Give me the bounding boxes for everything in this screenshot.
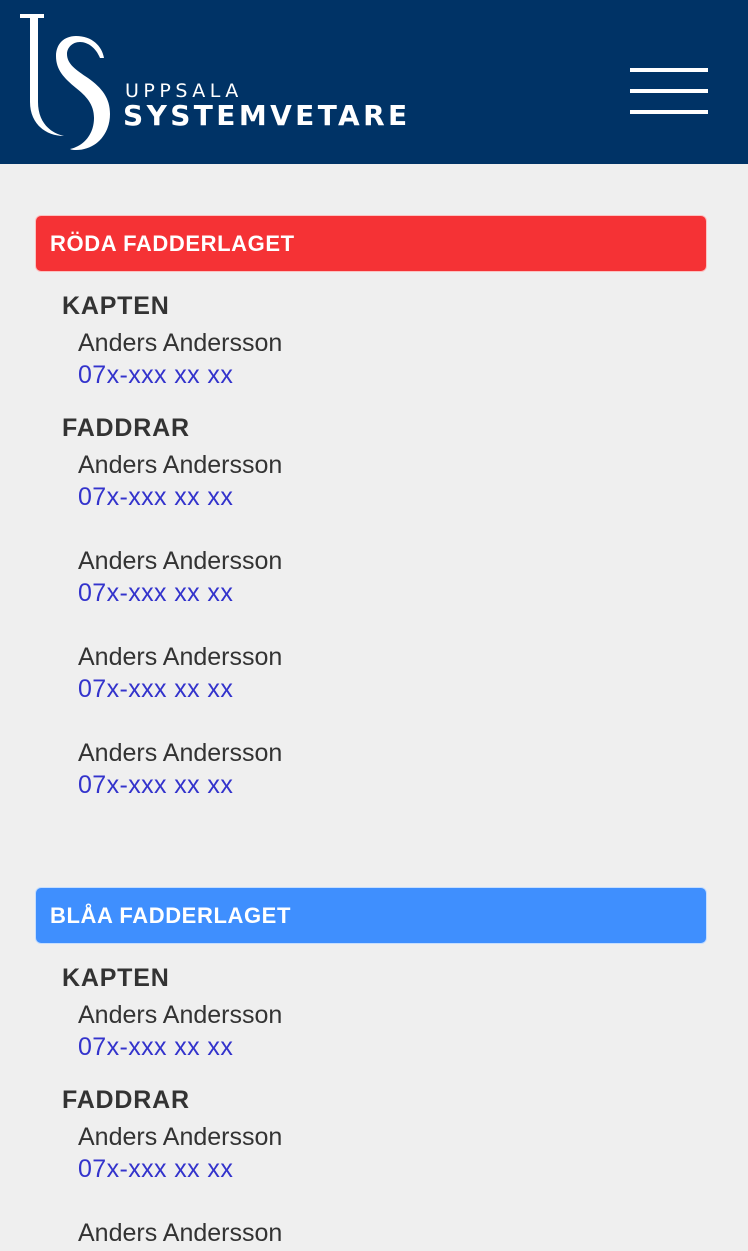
- sponsor-name: Anders Andersson: [78, 547, 283, 575]
- menu-line: [630, 110, 708, 114]
- team-header-blue: BLÅA FADDERLAGET: [35, 887, 707, 944]
- sponsor-name: Anders Andersson: [78, 451, 283, 479]
- captain-phone-link[interactable]: 07x-xxx xx xx: [78, 361, 233, 390]
- logo-text-systemvetare: SYSTEMVETARE: [123, 99, 411, 132]
- sponsor-name: Anders Andersson: [78, 1123, 283, 1151]
- captain-name: Anders Andersson: [78, 329, 283, 357]
- sponsor-phone-link[interactable]: 07x-xxx xx xx: [78, 1155, 233, 1184]
- menu-line: [630, 68, 708, 72]
- hamburger-menu-icon[interactable]: [628, 68, 710, 116]
- uppsala-systemvetare-logo-icon: [20, 14, 110, 150]
- captain-phone-link[interactable]: 07x-xxx xx xx: [78, 1033, 233, 1062]
- role-label-captain: KAPTEN: [62, 292, 170, 320]
- role-label-sponsors: FADDRAR: [62, 414, 190, 442]
- sponsor-name: Anders Andersson: [78, 739, 283, 767]
- sponsor-phone-link[interactable]: 07x-xxx xx xx: [78, 771, 233, 800]
- sponsor-name: Anders Andersson: [78, 1219, 283, 1247]
- role-label-sponsors: FADDRAR: [62, 1086, 190, 1114]
- sponsor-phone-link[interactable]: 07x-xxx xx xx: [78, 483, 233, 512]
- menu-line: [630, 89, 708, 93]
- role-label-captain: KAPTEN: [62, 964, 170, 992]
- sponsor-phone-link[interactable]: 07x-xxx xx xx: [78, 579, 233, 608]
- sponsor-phone-link[interactable]: 07x-xxx xx xx: [78, 675, 233, 704]
- team-header-red: RÖDA FADDERLAGET: [35, 215, 707, 272]
- site-header: UPPSALA SYSTEMVETARE: [0, 0, 748, 164]
- captain-name: Anders Andersson: [78, 1001, 283, 1029]
- sponsor-name: Anders Andersson: [78, 643, 283, 671]
